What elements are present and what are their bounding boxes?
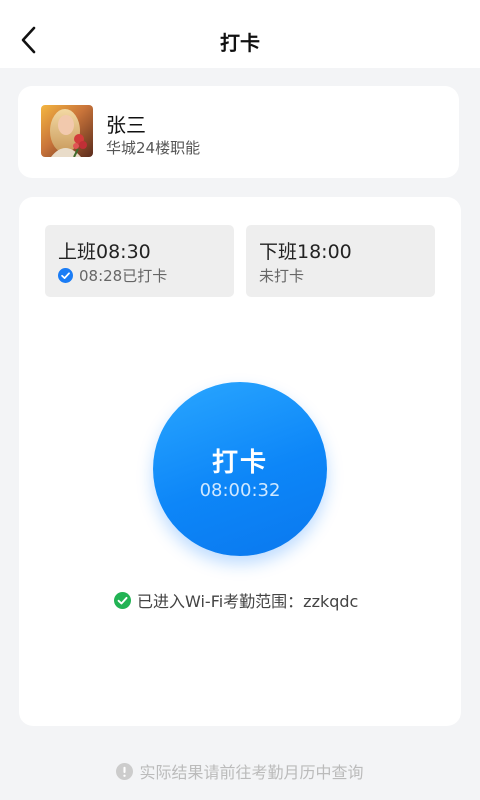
page-title: 打卡 [220, 31, 260, 55]
shift-on-duty-status-text: 08:28已打卡 [79, 267, 168, 285]
wifi-range-text: 已进入Wi-Fi考勤范围：zzkqdc [137, 592, 359, 611]
wifi-range-status: 已进入Wi-Fi考勤范围：zzkqdc [114, 588, 358, 612]
punch-button[interactable]: 打卡 08:00:32 [153, 382, 327, 556]
shift-off-duty-status-text: 未打卡 [259, 267, 305, 285]
punch-current-time: 08:00:32 [199, 480, 281, 501]
check-circle-icon [58, 268, 73, 283]
avatar [41, 105, 93, 157]
header-bar: 打卡 [0, 0, 480, 68]
user-name: 张三 [106, 113, 146, 137]
shift-on-duty-title: 上班08:30 [58, 241, 151, 263]
user-card: 张三 华城24楼职能 [18, 86, 459, 178]
shift-on-duty-status: 08:28已打卡 [58, 265, 167, 286]
punch-button-label: 打卡 [211, 448, 268, 478]
info-circle-icon [116, 762, 134, 780]
shift-card-off-duty[interactable]: 下班18:00 未打卡 [246, 225, 435, 297]
footer-tip-text: 实际结果请前往考勤月历中查询 [139, 763, 364, 782]
footer-tip: 实际结果请前往考勤月历中查询 [0, 759, 480, 783]
shift-card-on-duty[interactable]: 上班08:30 08:28已打卡 [45, 225, 234, 297]
shift-off-duty-status: 未打卡 [259, 265, 304, 286]
attendance-card: 上班08:30 08:28已打卡 下班18:00 未打卡 打卡 08:00:32 [19, 197, 461, 726]
shift-off-duty-title: 下班18:00 [259, 241, 352, 263]
user-department: 华城24楼职能 [106, 139, 201, 157]
check-circle-icon [114, 591, 131, 609]
